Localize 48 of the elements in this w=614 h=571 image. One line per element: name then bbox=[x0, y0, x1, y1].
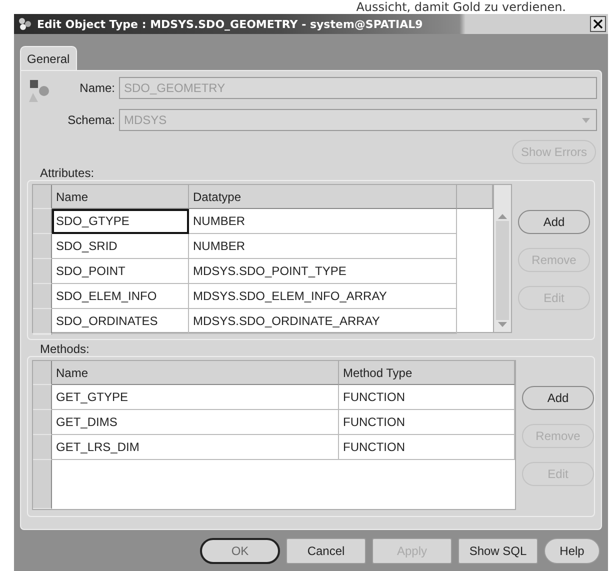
window-title: Edit Object Type : MDSYS.SDO_GEOMETRY - system@SPATIAL9 bbox=[37, 18, 423, 30]
table-cell[interactable]: SDO_GTYPE bbox=[52, 209, 189, 234]
show-sql-button[interactable]: Show SQL bbox=[458, 538, 538, 564]
table-cell[interactable]: GET_LRS_DIM bbox=[52, 435, 339, 460]
table-cell[interactable]: SDO_ORDINATES bbox=[52, 309, 189, 334]
table-cell[interactable]: FUNCTION bbox=[339, 435, 515, 460]
group-title: Attributes: bbox=[40, 166, 94, 180]
row-header bbox=[33, 209, 52, 234]
row-header bbox=[33, 361, 52, 385]
row-header bbox=[33, 185, 52, 209]
table-cell[interactable]: GET_DIMS bbox=[52, 410, 339, 435]
add-button[interactable]: Add bbox=[522, 386, 594, 410]
table-cell[interactable]: NUMBER bbox=[189, 209, 457, 234]
table-cell[interactable]: SDO_ELEM_INFO bbox=[52, 284, 189, 309]
page-caption: Aussicht, damit Gold zu verdienen. bbox=[356, 0, 566, 14]
column-header: Name bbox=[52, 185, 189, 209]
app-icon bbox=[18, 17, 34, 31]
help-button[interactable]: Help bbox=[544, 538, 600, 564]
scrollbar[interactable] bbox=[493, 185, 511, 332]
table-cell[interactable]: GET_GTYPE bbox=[52, 385, 339, 410]
ok-button[interactable]: OK bbox=[200, 538, 280, 564]
table-cell[interactable]: SDO_POINT bbox=[52, 259, 189, 284]
dropdown-arrow-icon bbox=[582, 118, 590, 122]
scroll-up-icon[interactable] bbox=[498, 214, 507, 219]
objects-icon bbox=[29, 79, 51, 103]
row-header bbox=[33, 259, 52, 284]
tab[interactable]: General bbox=[20, 46, 77, 70]
table-cell[interactable]: NUMBER bbox=[189, 234, 457, 259]
cancel-button[interactable]: Cancel bbox=[286, 538, 366, 564]
table-cell[interactable]: MDSYS.SDO_POINT_TYPE bbox=[189, 259, 457, 284]
field-label: Name: bbox=[78, 81, 115, 95]
table-cell[interactable]: MDSYS.SDO_ELEM_INFO_ARRAY bbox=[189, 284, 457, 309]
column-header: Datatype bbox=[189, 185, 457, 209]
table-cell[interactable]: MDSYS.SDO_ORDINATE_ARRAY bbox=[189, 309, 457, 334]
row-header bbox=[33, 410, 52, 435]
row-header bbox=[33, 234, 52, 259]
field-label: Schema: bbox=[66, 113, 115, 127]
table-cell[interactable]: SDO_SRID bbox=[52, 234, 189, 259]
column-header: Name bbox=[52, 361, 339, 385]
column-header: Method Type bbox=[339, 361, 515, 385]
table-cell[interactable]: FUNCTION bbox=[339, 385, 515, 410]
add-button[interactable]: Add bbox=[518, 210, 590, 234]
group-title: Methods: bbox=[40, 342, 90, 356]
close-button[interactable] bbox=[590, 16, 606, 32]
row-header bbox=[33, 385, 52, 410]
table-cell[interactable]: FUNCTION bbox=[339, 410, 515, 435]
row-header bbox=[33, 284, 52, 309]
scroll-down-icon[interactable] bbox=[498, 322, 507, 327]
